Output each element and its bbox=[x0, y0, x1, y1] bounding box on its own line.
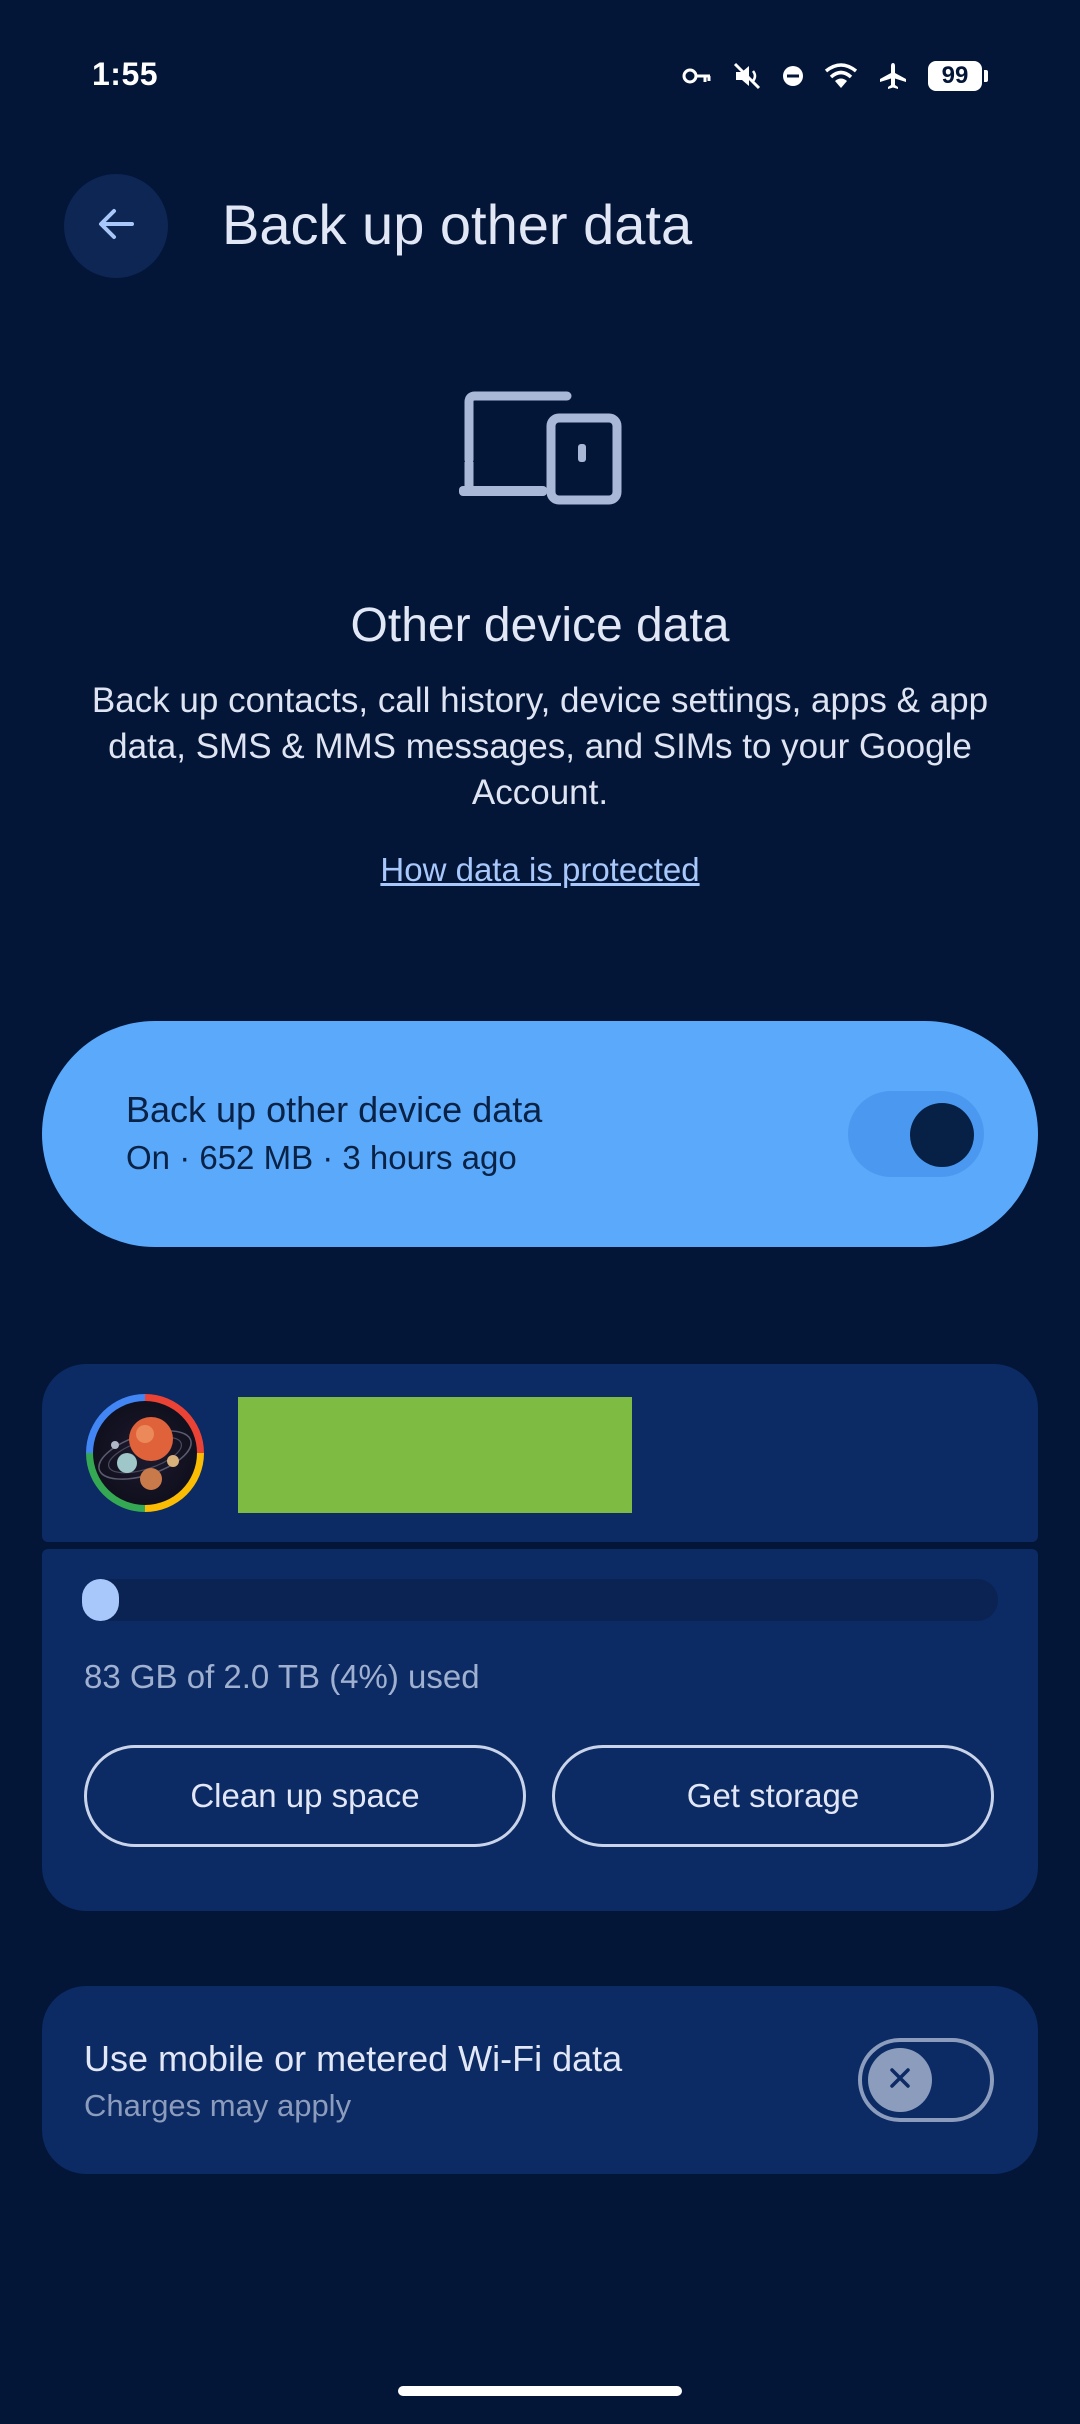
mute-icon bbox=[732, 61, 762, 91]
battery-tip bbox=[984, 70, 988, 82]
backup-toggle-status: On · 652 MB · 3 hours ago bbox=[126, 1139, 517, 1176]
wifi-icon bbox=[824, 62, 858, 90]
storage-card: 83 GB of 2.0 TB (4%) used Clean up space… bbox=[42, 1549, 1038, 1911]
hero-title: Other device data bbox=[350, 599, 730, 652]
back-button[interactable] bbox=[64, 174, 168, 278]
avatar[interactable] bbox=[86, 1394, 204, 1512]
status-icons: 99 bbox=[682, 56, 988, 96]
arrow-back-icon bbox=[94, 202, 138, 251]
home-indicator[interactable] bbox=[398, 2386, 682, 2396]
vpn-key-icon bbox=[682, 66, 712, 86]
storage-progress-fill bbox=[82, 1579, 119, 1621]
metered-data-label: Use mobile or metered Wi-Fi data bbox=[84, 2038, 623, 2079]
get-storage-button[interactable]: Get storage bbox=[552, 1745, 994, 1847]
account-card bbox=[42, 1364, 1038, 1542]
devices-icon bbox=[455, 388, 625, 533]
how-data-is-protected-link[interactable]: How data is protected bbox=[0, 848, 1080, 892]
metered-data-switch[interactable] bbox=[858, 2038, 994, 2122]
avatar-image bbox=[93, 1401, 197, 1505]
switch-thumb bbox=[868, 2048, 932, 2112]
screen: 1:55 99 Back up other data Other device … bbox=[0, 0, 1080, 2424]
do-not-disturb-icon bbox=[782, 65, 804, 87]
clean-up-space-button[interactable]: Clean up space bbox=[84, 1745, 526, 1847]
battery-level: 99 bbox=[928, 61, 982, 91]
backup-toggle-label: Back up other device data bbox=[126, 1089, 543, 1130]
account-name-redacted bbox=[238, 1397, 632, 1513]
storage-usage-text: 83 GB of 2.0 TB (4%) used bbox=[84, 1658, 480, 1695]
hero-description: Back up contacts, call history, device s… bbox=[91, 681, 989, 812]
airplane-icon bbox=[878, 61, 908, 91]
close-icon bbox=[885, 2063, 915, 2098]
page-title: Back up other data bbox=[222, 193, 693, 256]
backup-toggle-switch[interactable] bbox=[848, 1091, 984, 1177]
switch-thumb bbox=[910, 1103, 974, 1167]
storage-progress-bar bbox=[82, 1579, 998, 1621]
metered-data-card[interactable]: Use mobile or metered Wi-Fi data Charges… bbox=[42, 1986, 1038, 2174]
battery-icon: 99 bbox=[928, 61, 988, 91]
status-bar: 1:55 99 bbox=[0, 0, 1080, 150]
backup-toggle-card[interactable]: Back up other device data On · 652 MB · … bbox=[42, 1021, 1038, 1247]
status-time: 1:55 bbox=[92, 56, 159, 92]
metered-data-subtitle: Charges may apply bbox=[84, 2088, 352, 2123]
